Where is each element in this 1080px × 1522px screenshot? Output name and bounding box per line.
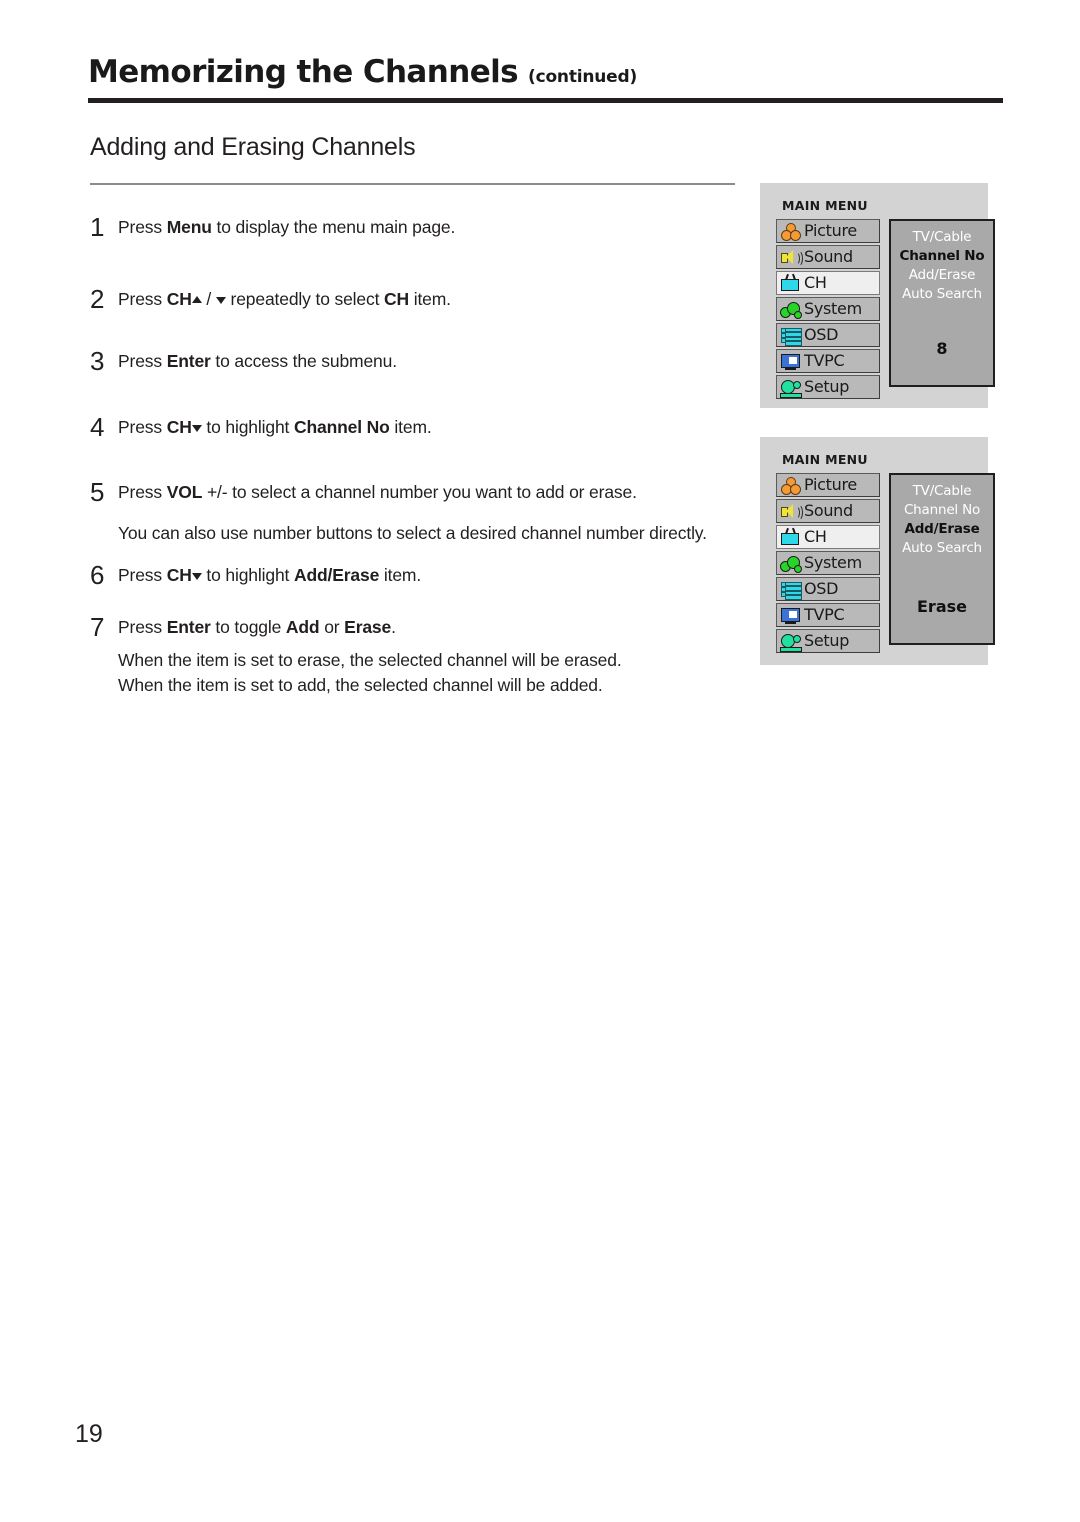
osd-menu-item-label: TVPC	[804, 351, 845, 370]
osd-submenu-value: 8	[936, 339, 948, 358]
step-item: 7 Press Enter to toggle Add or Erase. Wh…	[90, 612, 622, 697]
osd-menu-title: MAIN MENU	[782, 198, 868, 213]
osd-submenu-item-tv-cable[interactable]: TV/Cable	[913, 228, 972, 247]
sound-icon	[780, 248, 803, 267]
step-note: When the item is set to erase, the selec…	[118, 650, 622, 670]
step-item: 4 Press CH to highlight Channel No item.	[90, 412, 432, 442]
osd-submenu-item-auto-search[interactable]: Auto Search	[902, 539, 982, 558]
osd-menu-item-label: CH	[804, 527, 827, 546]
osd-menu-item-sound[interactable]: Sound	[776, 245, 880, 269]
osd-menu-item-tvpc[interactable]: TVPC	[776, 603, 880, 627]
osd-menu-item-sound[interactable]: Sound	[776, 499, 880, 523]
osd-menu-item-label: System	[804, 553, 862, 572]
osd-submenu-item-tv-cable[interactable]: TV/Cable	[913, 482, 972, 501]
step-number: 7	[90, 612, 105, 642]
arrow-down-icon	[191, 573, 202, 580]
osd-submenu-panel: TV/Cable Channel No Add/Erase Auto Search Er…	[889, 473, 995, 645]
step-number: 1	[90, 212, 105, 242]
osd-menu-item-label: OSD	[804, 579, 839, 598]
setup-icon	[780, 378, 802, 398]
step-item: 5 Press VOL +/- to select a channel numb…	[90, 477, 707, 545]
osd-submenu-item-auto-search[interactable]: Auto Search	[902, 285, 982, 304]
tv-icon	[780, 273, 801, 293]
osd-icon	[780, 580, 802, 600]
sound-icon	[780, 502, 803, 521]
osd-menu-item-ch[interactable]: CH	[776, 271, 880, 295]
osd-menu-item-setup[interactable]: Setup	[776, 629, 880, 653]
tv-icon	[780, 527, 801, 547]
step-item: 6 Press CH to highlight Add/Erase item.	[90, 560, 421, 590]
osd-menu-item-label: Picture	[804, 221, 857, 240]
step-text: Press Enter to access the submenu.	[118, 351, 397, 371]
osd-menu-item-picture[interactable]: Picture	[776, 219, 880, 243]
osd-submenu-panel: TV/Cable Channel No Add/Erase Auto Search 8	[889, 219, 995, 387]
section-divider	[90, 183, 735, 185]
osd-menu-item-osd[interactable]: OSD	[776, 577, 880, 601]
osd-menu-item-label: Picture	[804, 475, 857, 494]
page-header: Memorizing the Channels (continued)	[88, 54, 1003, 103]
section-heading: Adding and Erasing Channels	[90, 133, 416, 161]
step-note: You can also use number buttons to selec…	[118, 523, 707, 543]
osd-menu-item-label: Setup	[804, 377, 850, 396]
arrow-up-icon	[191, 296, 202, 303]
page-title: Memorizing the Channels	[88, 54, 519, 90]
picture-icon	[780, 476, 801, 495]
step-text: Press CH / repeatedly to select CH item.	[118, 289, 451, 309]
step-number: 6	[90, 560, 105, 590]
monitor-icon	[780, 352, 801, 371]
osd-menu-item-setup[interactable]: Setup	[776, 375, 880, 399]
osd-menu-item-picture[interactable]: Picture	[776, 473, 880, 497]
page-number: 19	[75, 1420, 103, 1448]
step-note: When the item is set to add, the selecte…	[118, 675, 603, 695]
step-number: 3	[90, 346, 105, 376]
osd-menu-item-osd[interactable]: OSD	[776, 323, 880, 347]
setup-icon	[780, 632, 802, 652]
osd-submenu-item-add-erase[interactable]: Add/Erase	[909, 266, 976, 285]
osd-menu-item-system[interactable]: System	[776, 551, 880, 575]
osd-menu-item-label: TVPC	[804, 605, 845, 624]
step-number: 2	[90, 284, 105, 314]
osd-menu-item-system[interactable]: System	[776, 297, 880, 321]
step-text: Press CH to highlight Channel No item.	[118, 417, 432, 437]
osd-submenu-value: Erase	[917, 597, 967, 616]
osd-menu-item-label: Sound	[804, 247, 853, 266]
header-divider	[88, 98, 1003, 103]
osd-submenu-item-channel-no[interactable]: Channel No	[904, 501, 980, 520]
osd-menu-list: Picture Sound CH System OSD TVPC Setup	[776, 219, 880, 399]
page-title-continued: (continued)	[528, 67, 638, 87]
step-item: 2 Press CH / repeatedly to select CH ite…	[90, 284, 451, 314]
step-number: 4	[90, 412, 105, 442]
osd-menu-item-tvpc[interactable]: TVPC	[776, 349, 880, 373]
osd-menu-title: MAIN MENU	[782, 452, 868, 467]
step-text: Press Menu to display the menu main page…	[118, 217, 456, 237]
step-text: Press VOL +/- to select a channel number…	[118, 482, 637, 502]
osd-menu-item-label: CH	[804, 273, 827, 292]
osd-menu-item-ch[interactable]: CH	[776, 525, 880, 549]
system-icon	[780, 300, 802, 319]
step-item: 3 Press Enter to access the submenu.	[90, 346, 397, 376]
step-text: Press Enter to toggle Add or Erase.	[118, 617, 396, 637]
step-item: 1 Press Menu to display the menu main pa…	[90, 212, 455, 242]
picture-icon	[780, 222, 801, 241]
arrow-down-icon	[191, 425, 202, 432]
osd-menu-item-label: OSD	[804, 325, 839, 344]
monitor-icon	[780, 606, 801, 625]
osd-submenu-item-add-erase[interactable]: Add/Erase	[904, 520, 979, 539]
system-icon	[780, 554, 802, 573]
osd-icon	[780, 326, 802, 346]
osd-menu-diagram: MAIN MENU Picture Sound CH System OSD TVPC Set…	[760, 437, 995, 665]
osd-menu-item-label: System	[804, 299, 862, 318]
step-text: Press CH to highlight Add/Erase item.	[118, 565, 422, 585]
osd-menu-diagram: MAIN MENU Picture Sound CH System OSD TVPC Set…	[760, 183, 995, 408]
arrow-down-icon	[215, 297, 226, 304]
osd-menu-item-label: Setup	[804, 631, 850, 650]
osd-menu-item-label: Sound	[804, 501, 853, 520]
osd-menu-list: Picture Sound CH System OSD TVPC Setup	[776, 473, 880, 653]
step-number: 5	[90, 477, 105, 507]
osd-submenu-item-channel-no[interactable]: Channel No	[900, 247, 985, 266]
